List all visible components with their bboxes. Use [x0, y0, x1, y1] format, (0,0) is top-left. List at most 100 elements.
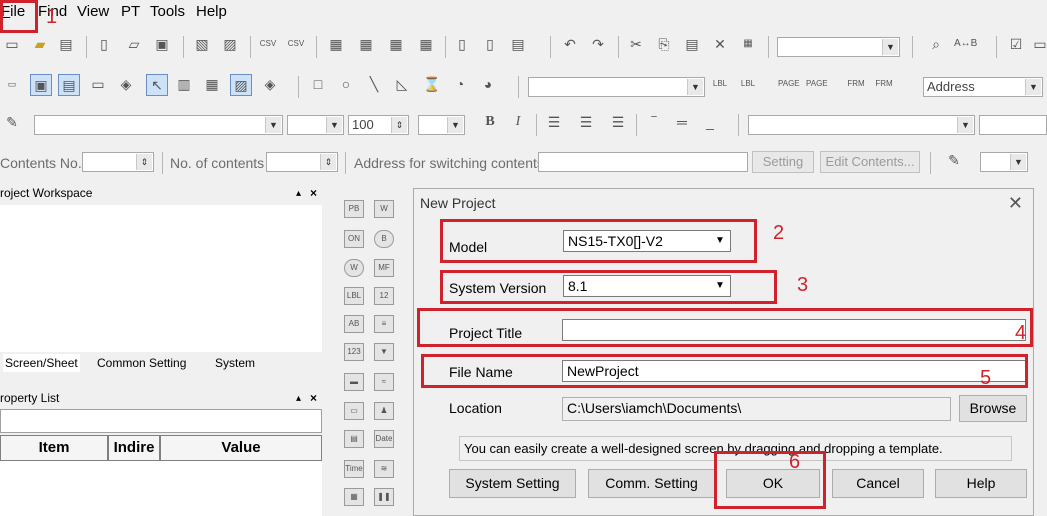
numeral-icon[interactable]: 12 — [374, 287, 394, 305]
system-version-select[interactable]: 8.1 ▼ — [563, 275, 731, 297]
transfer2-icon[interactable]: ▦ — [356, 34, 376, 54]
csv-export-icon[interactable]: CSV — [286, 34, 306, 54]
comm-setting-button[interactable]: Comm. Setting — [588, 469, 715, 498]
open-file-icon[interactable]: ▱ — [124, 34, 144, 54]
thumbwheel-icon[interactable]: 123 — [344, 343, 364, 361]
edit-icon[interactable]: ▧ — [192, 34, 212, 54]
transfer-icon[interactable]: ▦ — [326, 34, 346, 54]
toolbar-more-icon[interactable]: ▭ — [1030, 34, 1047, 54]
string-icon[interactable]: AB — [344, 315, 364, 333]
print-icon[interactable]: ▤ — [508, 34, 528, 54]
zoom-combo[interactable]: ▼ — [777, 37, 900, 57]
multi-button-icon[interactable]: ON — [344, 230, 364, 248]
valign-top-icon[interactable]: ‾ — [644, 112, 664, 132]
grid-icon[interactable]: ▦ — [738, 34, 758, 54]
save-icon[interactable]: ▣ — [152, 34, 172, 54]
frame-prev-icon[interactable]: FRM — [846, 74, 866, 94]
list-selector-icon[interactable]: ≡ — [374, 315, 394, 333]
label-next-icon[interactable]: LBL — [738, 74, 758, 94]
valign-middle-icon[interactable]: ═ — [672, 112, 692, 132]
arc-icon[interactable]: ◔ — [450, 74, 470, 94]
browse-button[interactable]: Browse — [959, 395, 1027, 422]
alarm-icon[interactable]: ♟ — [374, 402, 394, 420]
help-button[interactable]: Help — [935, 469, 1027, 498]
frame-icon[interactable]: ▨ — [230, 74, 252, 96]
contents-no-spinner[interactable]: ⇕ — [82, 152, 154, 172]
label-prev-icon[interactable]: LBL — [710, 74, 730, 94]
rectangle-icon[interactable]: □ — [308, 74, 328, 94]
close-icon[interactable]: ✕ — [1008, 193, 1023, 214]
paint-icon[interactable]: ◈ — [260, 74, 280, 94]
project-workspace-tree[interactable] — [0, 205, 322, 352]
line-icon[interactable]: ╲ — [364, 74, 384, 94]
menu-help[interactable]: Help — [196, 3, 227, 20]
time-icon[interactable]: Time — [344, 460, 364, 478]
model-select[interactable]: NS15-TX0[]-V2 ▼ — [563, 230, 731, 252]
system-setting-button[interactable]: System Setting — [449, 469, 576, 498]
pause-icon[interactable]: ❚❚ — [374, 488, 394, 506]
table-object-icon[interactable]: ▦ — [344, 488, 364, 506]
trend-icon[interactable]: ≈ — [374, 373, 394, 391]
object-icon[interactable]: ▭ — [2, 74, 22, 94]
delete-icon[interactable]: ✕ — [710, 34, 730, 54]
new-file-icon[interactable]: ▯ — [94, 34, 114, 54]
table-icon[interactable]: ▤ — [58, 74, 80, 96]
column-item[interactable]: Item — [0, 435, 108, 461]
column-indire[interactable]: Indire — [108, 435, 160, 461]
csv-import-icon[interactable]: CSV — [258, 34, 278, 54]
address-combo[interactable]: Address ▼ — [923, 77, 1043, 97]
setting-button[interactable]: Setting — [752, 151, 814, 173]
no-of-contents-spinner[interactable]: ⇕ — [266, 152, 338, 172]
copy-icon[interactable]: ⎘ — [654, 34, 674, 54]
ok-button[interactable]: OK — [726, 469, 820, 498]
contents-color-combo[interactable]: ▼ — [980, 152, 1028, 172]
paste-icon[interactable]: ▤ — [682, 34, 702, 54]
close-icon[interactable]: × — [310, 185, 317, 202]
polygon-icon[interactable]: ⌛ — [422, 74, 442, 94]
sector-icon[interactable]: ◕ — [478, 74, 498, 94]
tab-system[interactable]: System — [215, 354, 255, 372]
graph-icon[interactable]: ≋ — [374, 460, 394, 478]
color-combo[interactable]: ▼ — [418, 115, 465, 135]
screen-icon[interactable]: ▣ — [30, 74, 52, 96]
menu-view[interactable]: View — [77, 3, 109, 20]
panel-pin-icon[interactable]: ▴ — [296, 185, 301, 202]
address-switching-field[interactable] — [538, 152, 748, 172]
polyline-icon[interactable]: ◺ — [392, 74, 412, 94]
binoculars-icon[interactable]: ⌕ — [926, 34, 946, 54]
frame-next-icon[interactable]: FRM — [874, 74, 894, 94]
cut-icon[interactable]: ✂ — [626, 34, 646, 54]
word-button-icon[interactable]: W — [374, 200, 394, 218]
style-combo[interactable]: ▼ — [287, 115, 344, 135]
label-icon[interactable]: LBL — [344, 287, 364, 305]
open-folder-icon[interactable]: ▰ — [30, 34, 50, 54]
layout-icon[interactable]: ▥ — [174, 74, 194, 94]
circle-icon[interactable]: ○ — [336, 74, 356, 94]
font-size-spinner[interactable]: 100 ⇕ — [348, 115, 409, 135]
format-combo-2[interactable] — [979, 115, 1047, 135]
bar-icon[interactable]: ▬ — [344, 373, 364, 391]
brush-icon[interactable]: ✎ — [944, 150, 964, 170]
print-preview-icon[interactable]: ▯ — [480, 34, 500, 54]
copy-screen-icon[interactable]: ▨ — [220, 34, 240, 54]
object-combo[interactable]: ▼ — [528, 77, 705, 97]
mf-icon[interactable]: MF — [374, 259, 394, 277]
video-icon[interactable]: ▭ — [344, 402, 364, 420]
undo-icon[interactable]: ↶ — [560, 34, 580, 54]
bold-icon[interactable]: B — [480, 112, 500, 132]
close-icon[interactable]: × — [310, 390, 317, 407]
dropdown-icon[interactable]: ▼ — [374, 343, 394, 361]
font-combo[interactable]: ▼ — [34, 115, 283, 135]
transfer4-icon[interactable]: ▦ — [416, 34, 436, 54]
valign-bottom-icon[interactable]: _ — [700, 112, 720, 132]
check-icon[interactable]: ☑ — [1006, 34, 1026, 54]
select-icon[interactable]: ↖ — [146, 74, 168, 96]
format-combo[interactable]: ▼ — [748, 115, 975, 135]
align-center-icon[interactable]: ☰ — [576, 112, 596, 132]
list-icon[interactable]: ▦ — [202, 74, 222, 94]
pb-icon[interactable]: PB — [344, 200, 364, 218]
menu-tools[interactable]: Tools — [150, 3, 185, 20]
file-name-input[interactable]: NewProject — [562, 360, 1026, 382]
page-icon[interactable]: ▯ — [452, 34, 472, 54]
project-title-input[interactable] — [562, 319, 1026, 341]
